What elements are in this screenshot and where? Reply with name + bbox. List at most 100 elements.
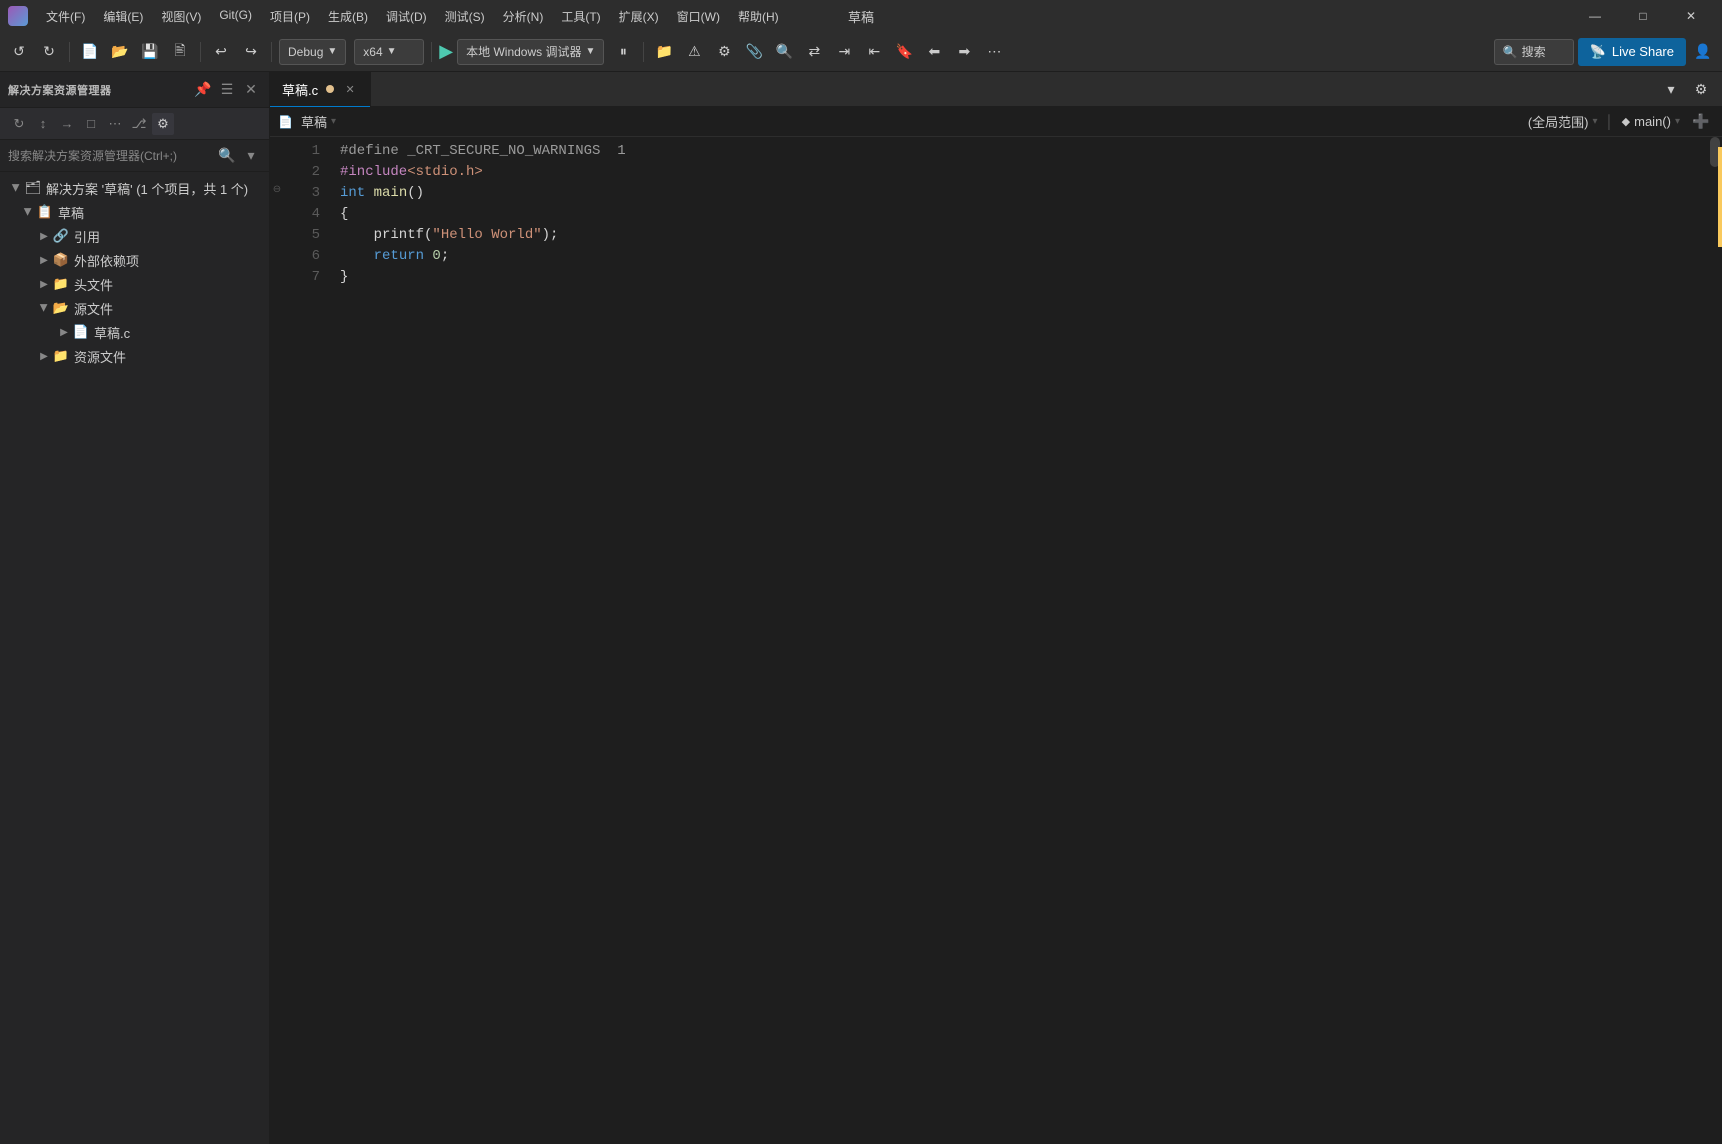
sidebar-search-icon[interactable]: 🔍 (217, 146, 237, 166)
gutter-line-5 (270, 221, 284, 242)
chevron-down-icon: ▼ (327, 46, 337, 57)
next-bookmark-button[interactable]: ➡ (951, 39, 977, 65)
menu-analyze[interactable]: 分析(N) (495, 6, 552, 27)
window-title: 草稿 (848, 7, 874, 26)
tree-item-file-c[interactable]: ▶ 📄 草稿.c (0, 320, 269, 344)
local-debugger-dropdown[interactable]: 本地 Windows 调试器 ▼ (457, 39, 604, 65)
sidebar-menu-icon[interactable]: ☰ (217, 80, 237, 100)
menu-debug[interactable]: 调试(D) (378, 6, 435, 27)
gutter-line-3[interactable]: ⊖ (270, 179, 284, 200)
properties-button[interactable]: ⚙ (152, 113, 174, 135)
save-button[interactable]: 💾 (137, 39, 163, 65)
tree-item-headers[interactable]: ▶ 📁 头文件 (0, 272, 269, 296)
sidebar-search-label: 搜索解决方案资源管理器(Ctrl+;) (8, 147, 213, 164)
breadcrumb-file[interactable]: 草稿 ▾ (301, 112, 336, 131)
track-active-button[interactable]: → (56, 113, 78, 135)
restore-button[interactable]: □ (1620, 0, 1666, 32)
search-box[interactable]: 🔍 搜索 (1494, 39, 1574, 65)
debug-config-dropdown[interactable]: Debug ▼ (279, 39, 346, 65)
extra-button[interactable]: ⋯ (981, 39, 1007, 65)
sources-icon: 📂 (52, 299, 70, 317)
collapse-all-button[interactable]: ↕ (32, 113, 54, 135)
menu-project[interactable]: 项目(P) (262, 6, 318, 27)
open-button[interactable]: 📂 (107, 39, 133, 65)
prev-bookmark-button[interactable]: ⬅ (921, 39, 947, 65)
function-selector[interactable]: ◆ main() ▾ (1622, 114, 1680, 129)
menu-test[interactable]: 测试(S) (437, 6, 493, 27)
code-editor[interactable]: ⊖ 1 2 3 4 5 6 7 #define _CRT_SECURE_NO_W… (270, 137, 1722, 1144)
sync-button[interactable]: ↻ (8, 113, 30, 135)
menu-file[interactable]: 文件(F) (38, 6, 93, 27)
pin-icon[interactable]: 📌 (193, 80, 213, 100)
headers-label: 头文件 (74, 275, 113, 294)
tree-arrow-refs: ▶ (36, 228, 52, 244)
sources-label: 源文件 (74, 299, 113, 318)
tab-close-button[interactable]: ✕ (342, 81, 358, 97)
diagnostics-button[interactable]: ⚠ (681, 39, 707, 65)
code-content[interactable]: #define _CRT_SECURE_NO_WARNINGS 1 #inclu… (332, 137, 1708, 1144)
tree-item-project[interactable]: ▶ 📋 草稿 (0, 200, 269, 224)
menu-extensions[interactable]: 扩展(X) (611, 6, 667, 27)
function-chevron: ▾ (1675, 116, 1680, 127)
undo-button[interactable]: ↩ (208, 39, 234, 65)
menu-build[interactable]: 生成(B) (320, 6, 376, 27)
bookmark-button[interactable]: 🔖 (891, 39, 917, 65)
tab-active[interactable]: 草稿.c ✕ (270, 72, 371, 107)
menu-window[interactable]: 窗口(W) (669, 6, 728, 27)
scope-chevron: ▾ (1593, 116, 1598, 127)
tree-arrow-deps: ▶ (36, 252, 52, 268)
pause-button[interactable]: ⏸ (610, 39, 636, 65)
close-panel-icon[interactable]: ✕ (241, 80, 261, 100)
back-button[interactable]: ↺ (6, 39, 32, 65)
menu-view[interactable]: 视图(V) (153, 6, 209, 27)
live-share-button[interactable]: 📡 Live Share (1578, 38, 1686, 66)
tab-modified-indicator (326, 85, 334, 93)
minimize-button[interactable]: ― (1572, 0, 1618, 32)
tree-arrow-solution: ▶ (8, 180, 24, 196)
menu-tools[interactable]: 工具(T) (553, 6, 608, 27)
git-button[interactable]: ⎇ (128, 113, 150, 135)
refactor-button[interactable]: ⇄ (801, 39, 827, 65)
editor-scrollbar[interactable] (1708, 137, 1722, 1144)
unindent-button[interactable]: ⇤ (861, 39, 887, 65)
open-folder-button[interactable]: 📁 (651, 39, 677, 65)
forward-button[interactable]: ↻ (36, 39, 62, 65)
menu-git[interactable]: Git(G) (211, 6, 260, 27)
redo-button[interactable]: ↪ (238, 39, 264, 65)
settings-icon[interactable]: ⚙ (1688, 76, 1714, 102)
menu-bar: 文件(F) 编辑(E) 视图(V) Git(G) 项目(P) 生成(B) 调试(… (38, 6, 787, 27)
account-button[interactable]: 👤 (1690, 39, 1716, 65)
tree-item-solution[interactable]: ▶ 🗂 解决方案 '草稿' (1 个项目，共 1 个) (0, 176, 269, 200)
resources-icon: 📁 (52, 347, 70, 365)
tools-button[interactable]: ⚙ (711, 39, 737, 65)
start-debug-button[interactable]: ▶ (439, 41, 453, 62)
tree-item-resources[interactable]: ▶ 📁 资源文件 (0, 344, 269, 368)
sidebar-search-row: 搜索解决方案资源管理器(Ctrl+;) 🔍 ▾ (0, 140, 269, 172)
analyze-button[interactable]: 🔍 (771, 39, 797, 65)
gutter-line-7 (270, 263, 284, 284)
breadcrumb-chevron: ▾ (331, 116, 336, 127)
tab-list-button[interactable]: ▾ (1658, 76, 1684, 102)
line-num-6: 6 (284, 246, 320, 267)
tree-item-refs[interactable]: ▶ 🔗 引用 (0, 224, 269, 248)
indent-button[interactable]: ⇥ (831, 39, 857, 65)
save-all-button[interactable]: 🖹 (167, 39, 193, 65)
show-all-button[interactable]: □ (80, 113, 102, 135)
tree-item-external-deps[interactable]: ▶ 📦 外部依赖项 (0, 248, 269, 272)
tree-item-sources[interactable]: ▶ 📂 源文件 (0, 296, 269, 320)
toolbar-sep-4 (431, 42, 432, 62)
tree-arrow-sources: ▶ (36, 300, 52, 316)
attach-button[interactable]: 📎 (741, 39, 767, 65)
scope-selector[interactable]: (全局范围) ▾ (1528, 112, 1598, 131)
tree-arrow-headers: ▶ (36, 276, 52, 292)
close-button[interactable]: ✕ (1668, 0, 1714, 32)
project-label: 草稿 (58, 203, 84, 222)
platform-dropdown[interactable]: x64 ▼ (354, 39, 424, 65)
new-file-button[interactable]: 📄 (77, 39, 103, 65)
filter-button[interactable]: ⋯ (104, 113, 126, 135)
add-line-button[interactable]: ➕ (1688, 109, 1714, 135)
resources-label: 资源文件 (74, 347, 126, 366)
menu-edit[interactable]: 编辑(E) (95, 6, 151, 27)
menu-help[interactable]: 帮助(H) (730, 6, 787, 27)
sidebar-search-options-icon[interactable]: ▾ (241, 146, 261, 166)
